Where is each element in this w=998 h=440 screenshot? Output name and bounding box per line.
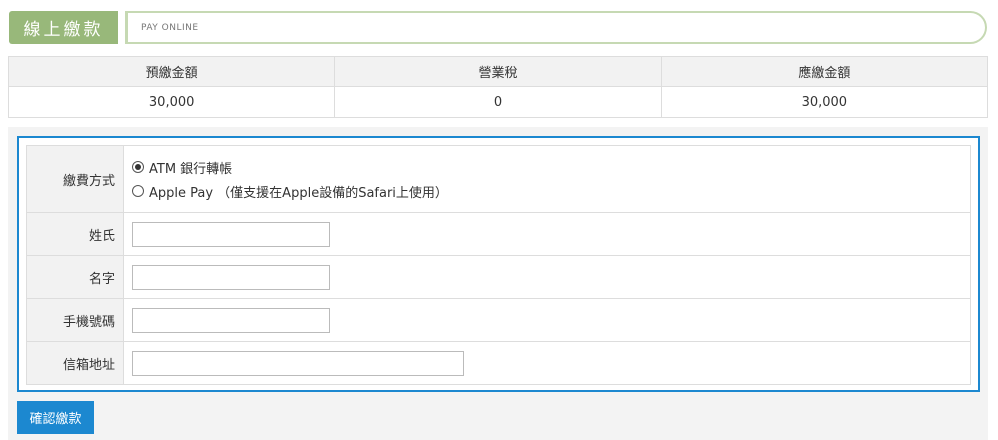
option-atm-transfer[interactable]: ATM 銀行轉帳 (132, 155, 970, 179)
page-subtitle: PAY ONLINE (141, 22, 199, 33)
payment-method-row: 繳費方式 ATM 銀行轉帳 Apple Pay （僅支援在Apple設備的Saf… (26, 145, 971, 213)
last-name-label: 姓氏 (26, 212, 124, 256)
payment-panel: 繳費方式 ATM 銀行轉帳 Apple Pay （僅支援在Apple設備的Saf… (8, 127, 988, 440)
summary-header-row: 預繳金額 營業稅 應繳金額 (7, 56, 989, 87)
col-business-tax: 營業稅 (334, 56, 662, 87)
email-input[interactable] (132, 350, 464, 376)
mobile-row: 手機號碼 (26, 298, 971, 342)
payment-form-table: 繳費方式 ATM 銀行轉帳 Apple Pay （僅支援在Apple設備的Saf… (26, 145, 971, 385)
last-name-row: 姓氏 (26, 212, 971, 256)
payment-method-label: 繳費方式 (26, 145, 124, 213)
apple-pay-option-label: Apple Pay （僅支援在Apple設備的Safari上使用） (149, 185, 448, 201)
mobile-input[interactable] (132, 307, 330, 333)
amount-due-value: 30,000 (660, 86, 989, 118)
mobile-label: 手機號碼 (26, 298, 124, 342)
payment-method-options: ATM 銀行轉帳 Apple Pay （僅支援在Apple設備的Safari上使… (123, 145, 971, 213)
page-header: 線上繳款 PAY ONLINE (9, 11, 987, 44)
col-amount-due: 應繳金額 (660, 56, 989, 87)
prepaid-amount-value: 30,000 (7, 86, 336, 118)
apple-pay-radio-button[interactable] (132, 185, 144, 197)
amount-summary-table: 預繳金額 營業稅 應繳金額 30,000 0 30,000 (7, 56, 989, 118)
first-name-row: 名字 (26, 255, 971, 299)
atm-radio-button[interactable] (132, 161, 144, 173)
page-title: 線上繳款 (9, 11, 118, 44)
atm-option-label: ATM 銀行轉帳 (149, 161, 233, 177)
col-prepaid-amount: 預繳金額 (7, 56, 336, 87)
option-apple-pay[interactable]: Apple Pay （僅支援在Apple設備的Safari上使用） (132, 179, 970, 203)
first-name-input[interactable] (132, 264, 330, 290)
page-subtitle-bar: PAY ONLINE (125, 11, 987, 44)
email-row: 信箱地址 (26, 341, 971, 385)
email-label: 信箱地址 (26, 341, 124, 385)
payment-form: 繳費方式 ATM 銀行轉帳 Apple Pay （僅支援在Apple設備的Saf… (17, 136, 980, 392)
first-name-label: 名字 (26, 255, 124, 299)
last-name-input[interactable] (132, 221, 330, 247)
business-tax-value: 0 (334, 86, 662, 118)
summary-value-row: 30,000 0 30,000 (7, 86, 989, 118)
confirm-payment-button[interactable]: 確認繳款 (17, 401, 94, 434)
